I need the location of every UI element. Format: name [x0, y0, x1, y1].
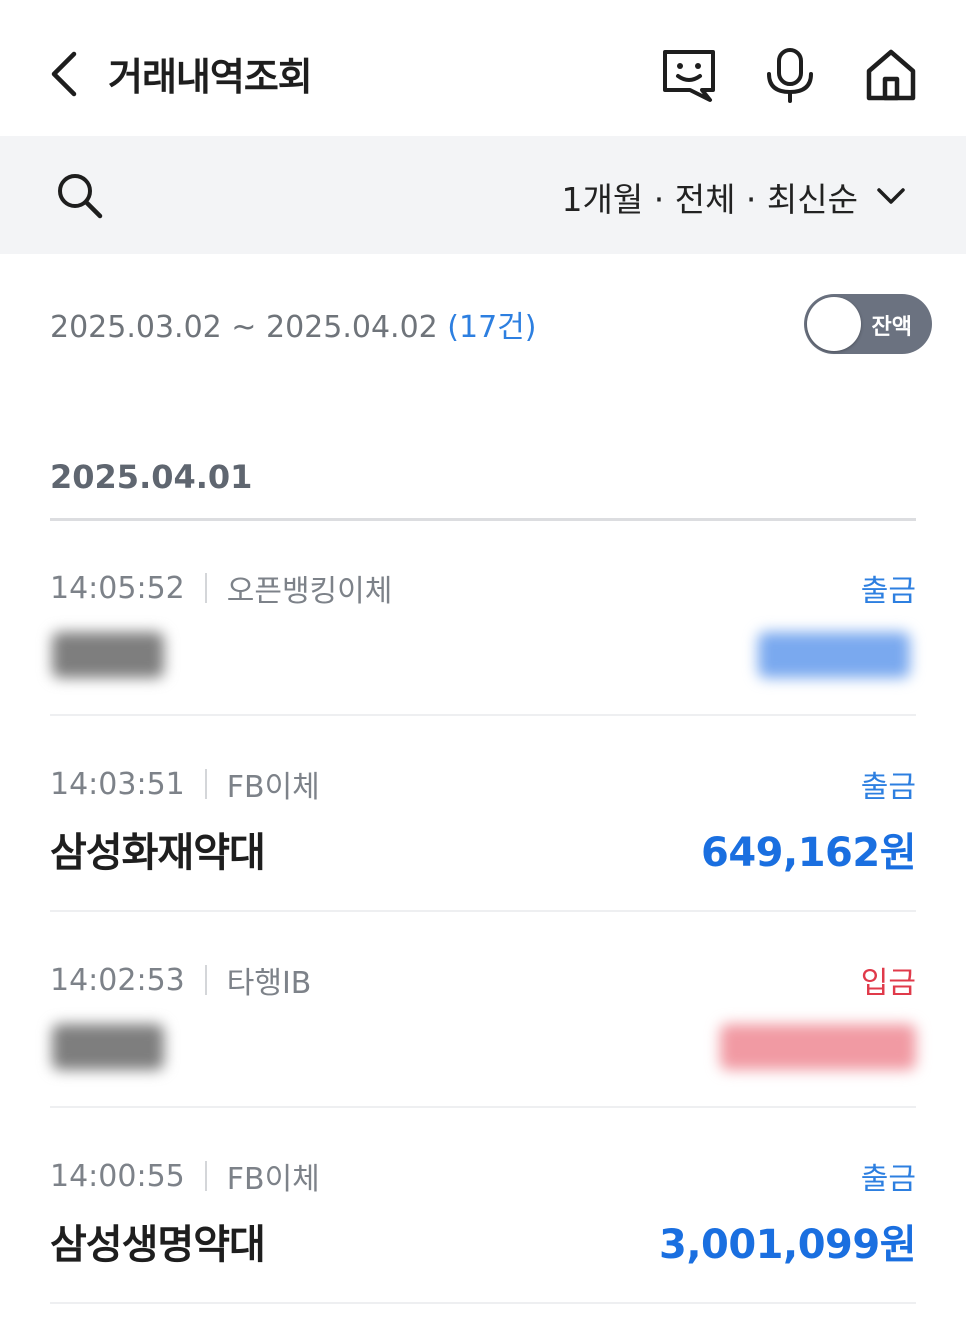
transaction-channel: 타행IB: [226, 966, 312, 1001]
transaction-meta: 14:03:51 FB이체: [50, 762, 320, 806]
home-button[interactable]: [861, 44, 921, 106]
filter-summary-text: 1개월 · 전체 · 최신순: [561, 180, 858, 219]
transaction-name: 삼성생명약대: [50, 1222, 266, 1268]
transaction-row[interactable]: 14:00:55 FB이체 출금 삼성생명약대 3,001,099원: [50, 1110, 917, 1304]
balance-toggle[interactable]: 잔액: [804, 294, 932, 354]
transaction-row[interactable]: 14:02:53 타행IB 입금: [50, 914, 916, 1108]
balance-toggle-label: 잔액: [871, 315, 912, 340]
redacted-name: [52, 632, 164, 678]
transaction-kind: 출금: [860, 1162, 916, 1197]
separator: [204, 965, 207, 995]
chatbot-button[interactable]: [659, 44, 719, 106]
redacted-amount: [720, 1024, 916, 1070]
divider: [50, 910, 916, 912]
chevron-left-icon: [51, 51, 77, 97]
divider: [50, 1106, 916, 1108]
transaction-channel: FB이체: [226, 770, 320, 805]
voice-button[interactable]: [760, 44, 820, 106]
divider: [50, 1302, 916, 1304]
transaction-meta: 14:00:55 FB이체: [50, 1154, 320, 1198]
divider: [50, 518, 916, 521]
transaction-amount: 3,001,099원: [658, 1222, 917, 1268]
transaction-time: 14:00:55: [50, 1158, 185, 1194]
chevron-down-icon: [877, 188, 905, 204]
search-icon: [58, 174, 103, 219]
separator: [204, 769, 207, 799]
transaction-row[interactable]: 14:05:52 오픈뱅킹이체 출금: [50, 522, 916, 716]
date-group-heading: 2025.04.01: [50, 458, 253, 496]
transaction-channel: 오픈뱅킹이체: [226, 574, 393, 609]
chatbot-icon: [663, 50, 715, 102]
redacted-amount: [758, 632, 910, 678]
transaction-time: 14:03:51: [50, 766, 185, 802]
toggle-knob: [807, 297, 861, 351]
separator: [204, 573, 207, 603]
separator: [204, 1161, 207, 1191]
page-title: 거래내역조회: [108, 55, 313, 99]
transaction-kind: 출금: [860, 574, 916, 609]
back-button[interactable]: [40, 48, 88, 100]
search-button[interactable]: [50, 166, 108, 224]
transaction-amount: 649,162원: [701, 830, 917, 876]
period-summary: 2025.03.02 ~ 2025.04.02 (17건): [50, 302, 536, 346]
period-range: 2025.03.02 ~ 2025.04.02: [50, 310, 438, 345]
transaction-name: 삼성화재약대: [50, 830, 266, 876]
transaction-kind: 입금: [860, 966, 916, 1001]
app-header: 거래내역조회: [0, 0, 966, 136]
transaction-row[interactable]: 14:03:51 FB이체 출금 삼성화재약대 649,162원: [50, 718, 917, 912]
transaction-meta: 14:05:52 오픈뱅킹이체: [50, 566, 392, 610]
transaction-time: 14:02:53: [50, 962, 185, 998]
transaction-kind: 출금: [860, 770, 916, 805]
transaction-meta: 14:02:53 타행IB: [50, 958, 311, 1002]
microphone-icon: [767, 48, 813, 103]
redacted-name: [52, 1024, 164, 1070]
home-icon: [866, 49, 916, 101]
transaction-time: 14:05:52: [50, 570, 185, 606]
divider: [50, 714, 916, 716]
transaction-channel: FB이체: [226, 1162, 320, 1197]
transaction-count: (17건): [447, 310, 537, 345]
filter-dropdown[interactable]: 1개월 · 전체 · 최신순: [562, 172, 906, 222]
